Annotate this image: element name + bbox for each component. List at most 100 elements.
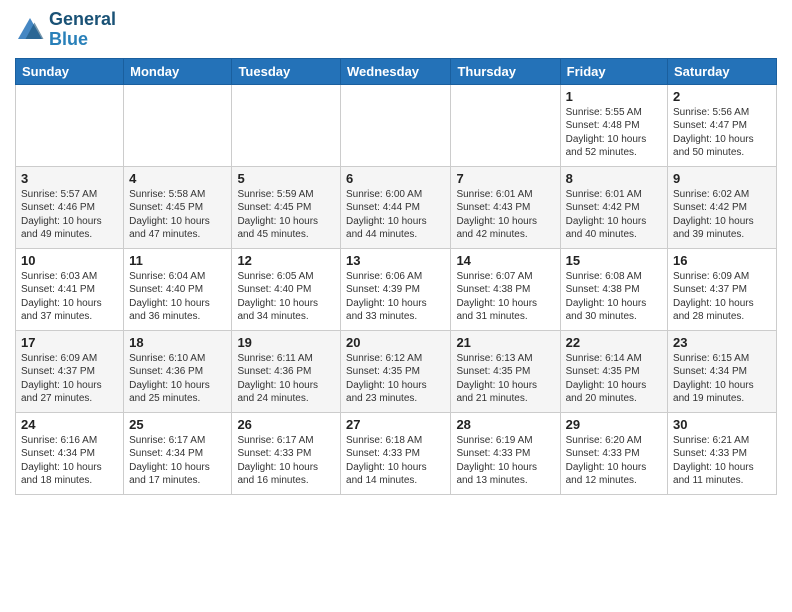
day-info: Sunrise: 6:20 AM Sunset: 4:33 PM Dayligh…	[566, 434, 662, 488]
calendar-week-row: 17 Sunrise: 6:09 AM Sunset: 4:37 PM Dayli…	[16, 330, 777, 412]
calendar-cell: 23 Sunrise: 6:15 AM Sunset: 4:34 PM Dayli…	[668, 330, 777, 412]
calendar-cell: 11 Sunrise: 6:04 AM Sunset: 4:40 PM Dayli…	[124, 248, 232, 330]
day-number: 12	[237, 253, 335, 268]
calendar-cell	[16, 84, 124, 166]
day-number: 8	[566, 171, 662, 186]
day-info: Sunrise: 6:16 AM Sunset: 4:34 PM Dayligh…	[21, 434, 118, 488]
day-number: 4	[129, 171, 226, 186]
calendar-cell: 6Sunrise: 6:00 AM Sunset: 4:44 PM Daylig…	[341, 166, 451, 248]
calendar-cell: 13 Sunrise: 6:06 AM Sunset: 4:39 PM Dayli…	[341, 248, 451, 330]
weekday-header-tuesday: Tuesday	[232, 58, 341, 84]
day-info: Sunrise: 5:59 AM Sunset: 4:45 PM Dayligh…	[237, 188, 335, 242]
day-info: Sunrise: 6:15 AM Sunset: 4:34 PM Dayligh…	[673, 352, 771, 406]
day-number: 22	[566, 335, 662, 350]
day-info: Sunrise: 6:01 AM Sunset: 4:42 PM Dayligh…	[566, 188, 662, 242]
calendar-cell: 19 Sunrise: 6:11 AM Sunset: 4:36 PM Dayli…	[232, 330, 341, 412]
day-info: Sunrise: 6:13 AM Sunset: 4:35 PM Dayligh…	[456, 352, 554, 406]
calendar-cell: 21Sunrise: 6:13 AM Sunset: 4:35 PM Dayli…	[451, 330, 560, 412]
day-number: 6	[346, 171, 445, 186]
calendar-cell: 15 Sunrise: 6:08 AM Sunset: 4:38 PM Dayli…	[560, 248, 667, 330]
weekday-header-sunday: Sunday	[16, 58, 124, 84]
calendar-cell	[232, 84, 341, 166]
day-info: Sunrise: 5:56 AM Sunset: 4:47 PM Dayligh…	[673, 106, 771, 160]
day-info: Sunrise: 6:07 AM Sunset: 4:38 PM Dayligh…	[456, 270, 554, 324]
calendar-cell: 17 Sunrise: 6:09 AM Sunset: 4:37 PM Dayli…	[16, 330, 124, 412]
day-info: Sunrise: 6:17 AM Sunset: 4:34 PM Dayligh…	[129, 434, 226, 488]
day-number: 9	[673, 171, 771, 186]
day-number: 2	[673, 89, 771, 104]
calendar-cell: 30 Sunrise: 6:21 AM Sunset: 4:33 PM Dayli…	[668, 412, 777, 494]
calendar-cell: 3 Sunrise: 5:57 AM Sunset: 4:46 PM Daylig…	[16, 166, 124, 248]
calendar-cell: 28Sunrise: 6:19 AM Sunset: 4:33 PM Dayli…	[451, 412, 560, 494]
calendar-cell: 27 Sunrise: 6:18 AM Sunset: 4:33 PM Dayli…	[341, 412, 451, 494]
calendar-cell: 26 Sunrise: 6:17 AM Sunset: 4:33 PM Dayli…	[232, 412, 341, 494]
day-info: Sunrise: 5:58 AM Sunset: 4:45 PM Dayligh…	[129, 188, 226, 242]
day-number: 11	[129, 253, 226, 268]
day-info: Sunrise: 6:11 AM Sunset: 4:36 PM Dayligh…	[237, 352, 335, 406]
logo: General Blue	[15, 10, 116, 50]
day-number: 3	[21, 171, 118, 186]
day-number: 30	[673, 417, 771, 432]
calendar-cell: 25 Sunrise: 6:17 AM Sunset: 4:34 PM Dayli…	[124, 412, 232, 494]
day-number: 26	[237, 417, 335, 432]
day-number: 19	[237, 335, 335, 350]
calendar-week-row: 24 Sunrise: 6:16 AM Sunset: 4:34 PM Dayli…	[16, 412, 777, 494]
calendar-cell	[341, 84, 451, 166]
weekday-header-thursday: Thursday	[451, 58, 560, 84]
day-info: Sunrise: 6:02 AM Sunset: 4:42 PM Dayligh…	[673, 188, 771, 242]
day-info: Sunrise: 6:01 AM Sunset: 4:43 PM Dayligh…	[456, 188, 554, 242]
calendar-cell: 9 Sunrise: 6:02 AM Sunset: 4:42 PM Daylig…	[668, 166, 777, 248]
calendar-week-row: 10Sunrise: 6:03 AM Sunset: 4:41 PM Dayli…	[16, 248, 777, 330]
day-number: 27	[346, 417, 445, 432]
day-info: Sunrise: 6:04 AM Sunset: 4:40 PM Dayligh…	[129, 270, 226, 324]
day-info: Sunrise: 6:05 AM Sunset: 4:40 PM Dayligh…	[237, 270, 335, 324]
day-info: Sunrise: 6:17 AM Sunset: 4:33 PM Dayligh…	[237, 434, 335, 488]
day-number: 1	[566, 89, 662, 104]
day-info: Sunrise: 6:18 AM Sunset: 4:33 PM Dayligh…	[346, 434, 445, 488]
calendar-cell	[124, 84, 232, 166]
weekday-header-wednesday: Wednesday	[341, 58, 451, 84]
day-number: 15	[566, 253, 662, 268]
calendar-cell: 22Sunrise: 6:14 AM Sunset: 4:35 PM Dayli…	[560, 330, 667, 412]
calendar-cell: 18 Sunrise: 6:10 AM Sunset: 4:36 PM Dayli…	[124, 330, 232, 412]
calendar-cell: 1 Sunrise: 5:55 AM Sunset: 4:48 PM Daylig…	[560, 84, 667, 166]
calendar-cell: 16 Sunrise: 6:09 AM Sunset: 4:37 PM Dayli…	[668, 248, 777, 330]
calendar-cell: 20 Sunrise: 6:12 AM Sunset: 4:35 PM Dayli…	[341, 330, 451, 412]
day-info: Sunrise: 6:06 AM Sunset: 4:39 PM Dayligh…	[346, 270, 445, 324]
day-number: 18	[129, 335, 226, 350]
day-info: Sunrise: 5:55 AM Sunset: 4:48 PM Dayligh…	[566, 106, 662, 160]
day-info: Sunrise: 6:08 AM Sunset: 4:38 PM Dayligh…	[566, 270, 662, 324]
day-info: Sunrise: 5:57 AM Sunset: 4:46 PM Dayligh…	[21, 188, 118, 242]
day-number: 14	[456, 253, 554, 268]
calendar-cell: 4 Sunrise: 5:58 AM Sunset: 4:45 PM Daylig…	[124, 166, 232, 248]
day-number: 5	[237, 171, 335, 186]
weekday-header-friday: Friday	[560, 58, 667, 84]
day-number: 13	[346, 253, 445, 268]
day-info: Sunrise: 6:09 AM Sunset: 4:37 PM Dayligh…	[21, 352, 118, 406]
day-info: Sunrise: 6:12 AM Sunset: 4:35 PM Dayligh…	[346, 352, 445, 406]
day-number: 20	[346, 335, 445, 350]
day-number: 7	[456, 171, 554, 186]
weekday-header-monday: Monday	[124, 58, 232, 84]
calendar-cell: 14 Sunrise: 6:07 AM Sunset: 4:38 PM Dayli…	[451, 248, 560, 330]
day-number: 23	[673, 335, 771, 350]
calendar-cell	[451, 84, 560, 166]
calendar-cell: 12 Sunrise: 6:05 AM Sunset: 4:40 PM Dayli…	[232, 248, 341, 330]
day-info: Sunrise: 6:10 AM Sunset: 4:36 PM Dayligh…	[129, 352, 226, 406]
calendar-cell: 5 Sunrise: 5:59 AM Sunset: 4:45 PM Daylig…	[232, 166, 341, 248]
calendar-header-row: SundayMondayTuesdayWednesdayThursdayFrid…	[16, 58, 777, 84]
day-number: 24	[21, 417, 118, 432]
day-number: 17	[21, 335, 118, 350]
day-number: 28	[456, 417, 554, 432]
day-number: 16	[673, 253, 771, 268]
calendar-cell: 10Sunrise: 6:03 AM Sunset: 4:41 PM Dayli…	[16, 248, 124, 330]
day-info: Sunrise: 6:09 AM Sunset: 4:37 PM Dayligh…	[673, 270, 771, 324]
calendar-week-row: 3 Sunrise: 5:57 AM Sunset: 4:46 PM Daylig…	[16, 166, 777, 248]
logo-icon	[15, 15, 45, 45]
day-number: 10	[21, 253, 118, 268]
calendar-table: SundayMondayTuesdayWednesdayThursdayFrid…	[15, 58, 777, 495]
day-info: Sunrise: 6:21 AM Sunset: 4:33 PM Dayligh…	[673, 434, 771, 488]
header: General Blue	[15, 10, 777, 50]
day-number: 29	[566, 417, 662, 432]
day-number: 25	[129, 417, 226, 432]
